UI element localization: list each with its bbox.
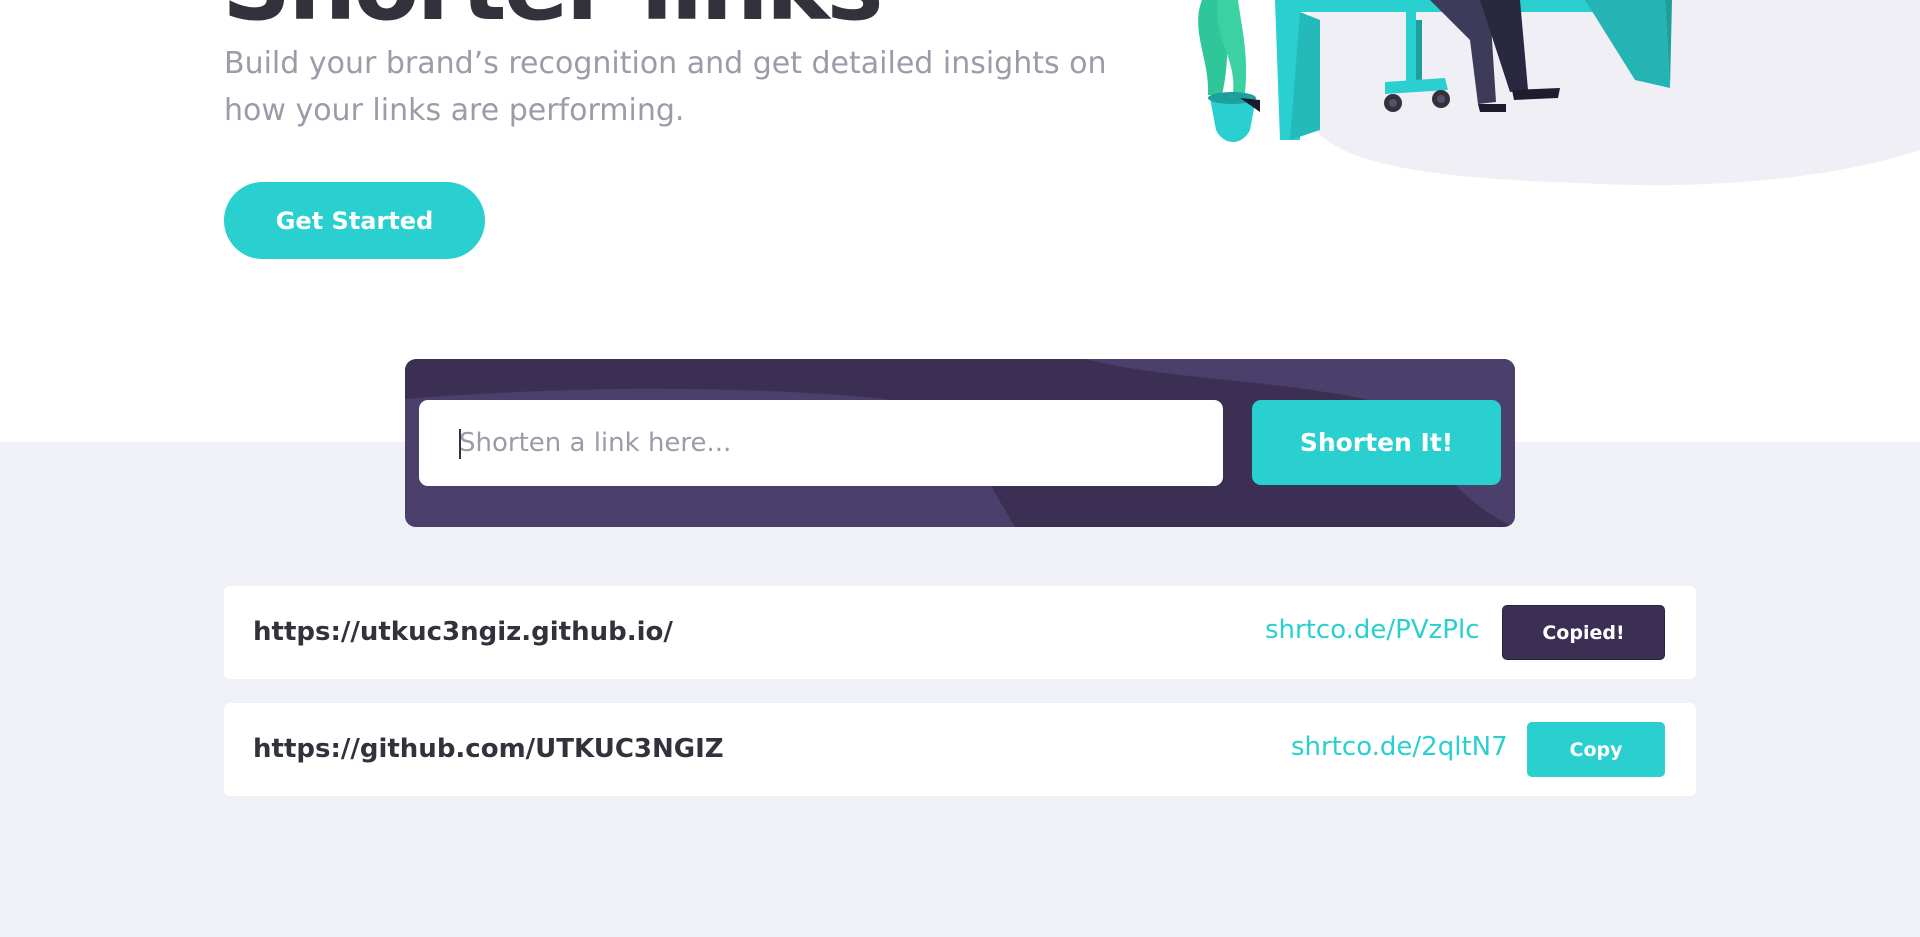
short-url-link[interactable]: shrtco.de/PVzPlc bbox=[1265, 586, 1480, 675]
url-input[interactable] bbox=[419, 400, 1223, 486]
original-url: https://github.com/UTKUC3NGIZ bbox=[253, 734, 724, 764]
shorten-button[interactable]: Shorten It! bbox=[1252, 400, 1501, 485]
result-row: https://utkuc3ngiz.github.io/ shrtco.de/… bbox=[224, 586, 1696, 679]
shorten-form: Shorten It! bbox=[405, 359, 1515, 527]
working-person-illustration bbox=[1198, 0, 1920, 186]
short-url-link[interactable]: shrtco.de/2qltN7 bbox=[1291, 703, 1508, 792]
hero-title: Shorter links bbox=[222, 0, 884, 34]
original-url: https://utkuc3ngiz.github.io/ bbox=[253, 617, 673, 647]
result-row: https://github.com/UTKUC3NGIZ shrtco.de/… bbox=[224, 703, 1696, 796]
text-caret bbox=[459, 429, 461, 459]
get-started-button[interactable]: Get Started bbox=[224, 182, 485, 259]
hero-subtitle: Build your brand’s recognition and get d… bbox=[224, 46, 1107, 128]
copied-button[interactable]: Copied! bbox=[1502, 605, 1665, 660]
copy-button[interactable]: Copy bbox=[1527, 722, 1665, 777]
